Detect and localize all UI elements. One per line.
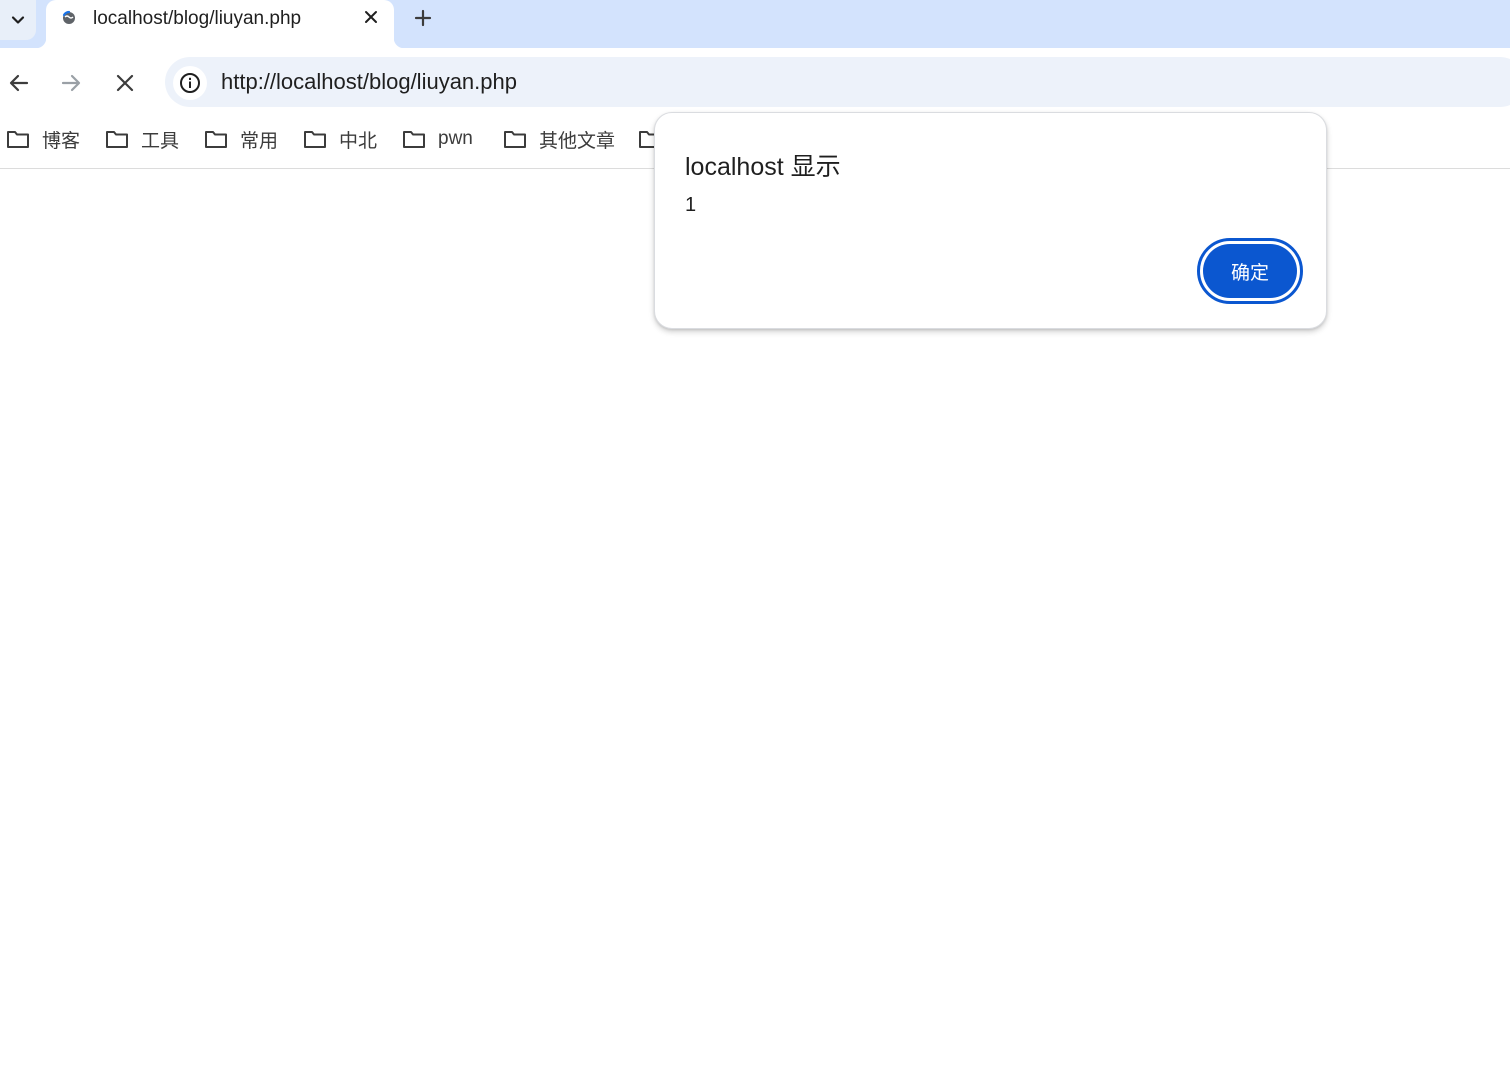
tab-strip: localhost/blog/liuyan.php xyxy=(0,0,1510,48)
folder-icon xyxy=(504,131,526,148)
bookmark-folder[interactable]: 常用 xyxy=(204,126,278,152)
folder-icon xyxy=(304,131,326,148)
bookmark-label: 博客 xyxy=(42,130,81,152)
dialog-message: 1 xyxy=(685,194,697,216)
plus-icon xyxy=(414,9,432,27)
bookmark-folder[interactable]: 其他文章 xyxy=(503,126,615,152)
arrow-left-icon xyxy=(9,74,29,92)
loading-globe-icon xyxy=(62,10,75,24)
bookmark-folder[interactable]: pwn xyxy=(402,126,473,152)
close-icon xyxy=(365,11,377,23)
back-button[interactable] xyxy=(4,68,34,98)
close-icon xyxy=(116,74,134,92)
folder-icon xyxy=(7,131,29,148)
bookmark-folder[interactable]: 工具 xyxy=(105,126,179,152)
bookmark-folder[interactable]: 博客 xyxy=(6,126,80,152)
tab-title: localhost/blog/liuyan.php xyxy=(93,8,302,29)
toolbar: http://localhost/blog/liuyan.php xyxy=(0,48,1510,116)
site-info-button[interactable] xyxy=(173,66,207,100)
bookmark-label: 其他文章 xyxy=(539,130,616,152)
url-text[interactable]: http://localhost/blog/liuyan.php xyxy=(221,69,517,95)
tab-search-button[interactable] xyxy=(0,0,36,40)
tab-close-button[interactable] xyxy=(360,6,382,28)
ok-button[interactable]: 确定 xyxy=(1203,244,1297,298)
ok-button-focus-ring: 确定 xyxy=(1197,238,1303,304)
bookmark-folder[interactable]: 中北 xyxy=(303,126,377,152)
arrow-right-icon xyxy=(61,74,81,92)
folder-icon xyxy=(205,131,227,148)
address-bar[interactable]: http://localhost/blog/liuyan.php xyxy=(165,57,1510,107)
stop-loading-button[interactable] xyxy=(110,68,140,98)
alert-dialog: localhost 显示 1 确定 xyxy=(654,112,1327,329)
forward-button[interactable] xyxy=(56,68,86,98)
bookmark-label: 中北 xyxy=(339,130,378,152)
bookmark-label: pwn xyxy=(438,128,473,149)
info-icon xyxy=(180,73,200,93)
folder-icon xyxy=(106,131,128,148)
active-tab[interactable]: localhost/blog/liuyan.php xyxy=(36,0,404,48)
chevron-down-icon xyxy=(11,16,25,24)
new-tab-button[interactable] xyxy=(410,5,436,31)
bookmark-label: 工具 xyxy=(141,130,180,152)
folder-icon xyxy=(403,131,425,148)
bookmark-label: 常用 xyxy=(240,130,279,152)
dialog-title: localhost 显示 xyxy=(685,153,841,181)
